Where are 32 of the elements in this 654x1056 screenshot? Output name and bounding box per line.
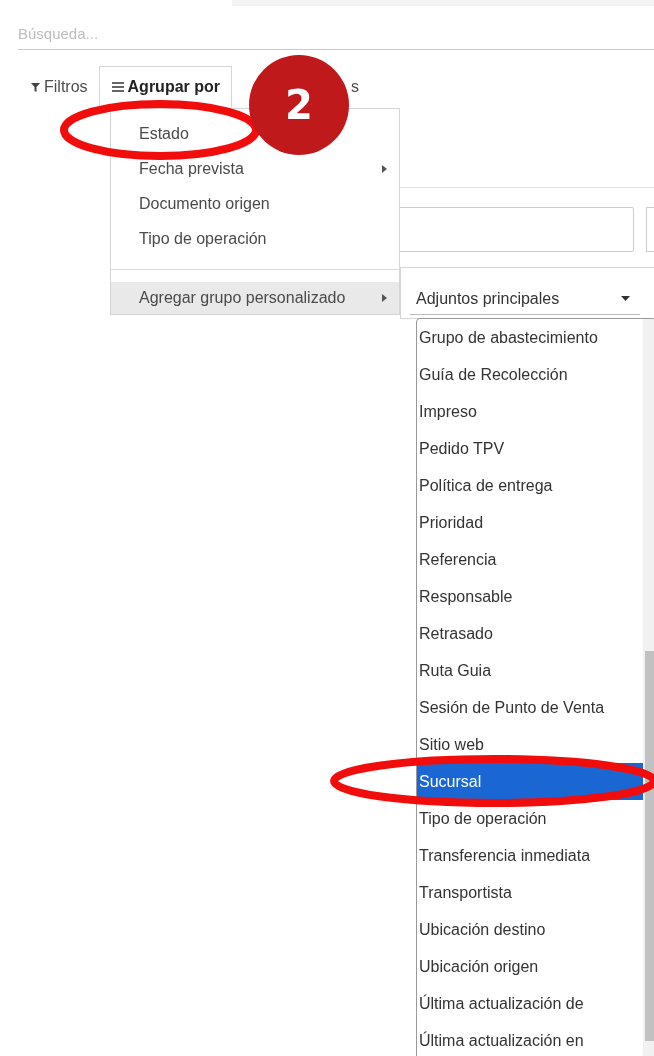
list-option[interactable]: Grupo de abastecimiento (417, 319, 643, 356)
menu-item[interactable]: Documento origen (111, 186, 399, 221)
caret-icon (382, 164, 387, 173)
list-option[interactable]: Ruta Guia (417, 652, 643, 689)
list-option[interactable]: Guía de Recolección (417, 356, 643, 393)
list-option[interactable]: Ubicación origen (417, 948, 643, 985)
list-option[interactable]: Tipo de operación (417, 800, 643, 837)
menu-item[interactable]: Tipo de operación (111, 221, 399, 256)
menu-icon (111, 82, 124, 92)
list-option[interactable]: Impreso (417, 393, 643, 430)
list-option[interactable]: Ubicación destino (417, 911, 643, 948)
caret-down-icon (621, 296, 630, 301)
input-field[interactable] (398, 207, 634, 252)
scrollbar[interactable] (643, 319, 654, 1056)
list-option[interactable]: Sitio web (417, 726, 643, 763)
list-option[interactable]: Sesión de Punto de Venta (417, 689, 643, 726)
list-option[interactable]: Prioridad (417, 504, 643, 541)
list-option[interactable]: Última actualización en (417, 1022, 643, 1056)
list-option[interactable]: Política de entrega (417, 467, 643, 504)
list-option[interactable]: Última actualización de (417, 985, 643, 1022)
toolbar-tab[interactable]: Filtros (28, 66, 99, 107)
list-option[interactable]: Responsable (417, 578, 643, 615)
step-badge: 2 (249, 55, 349, 155)
filter-icon (31, 82, 40, 92)
menu-item[interactable]: Agregar grupo personalizado (111, 282, 399, 314)
toolbar-tab[interactable]: s (350, 66, 360, 107)
list-option[interactable]: Referencia (417, 541, 643, 578)
list-option[interactable]: Transferencia inmediata (417, 837, 643, 874)
list-option[interactable]: Transportista (417, 874, 643, 911)
list-option[interactable]: Retrasado (417, 615, 643, 652)
list-option[interactable]: Pedido TPV (417, 430, 643, 467)
caret-icon (382, 294, 387, 302)
